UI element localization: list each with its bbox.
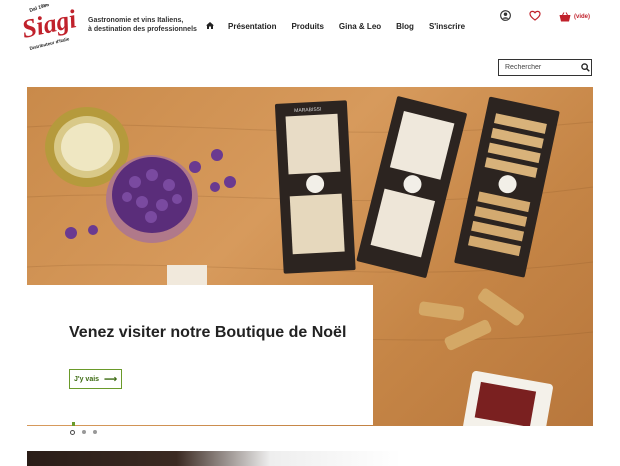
nav-produits[interactable]: Produits [291, 22, 323, 31]
pastry-box-1: MARABISSI [274, 100, 356, 274]
carousel-dot-1[interactable] [70, 430, 75, 435]
cart-status: (vide) [574, 14, 591, 20]
tagline-line-2: à destination des professionnels [88, 26, 197, 33]
nav-sinscrire[interactable]: S'inscrire [429, 22, 465, 31]
section-teaser-image [27, 451, 401, 466]
logo-graphic: Dal 1986 Siagi Distributeur d'Italie [19, 2, 79, 51]
pastry-box-2 [356, 96, 467, 278]
nav-gina-leo[interactable]: Gina & Leo [339, 22, 381, 31]
header-actions: (vide) [500, 8, 590, 26]
pastry-box-3 [454, 96, 560, 278]
hero-headline: Venez visiter notre Boutique de Noël [69, 324, 347, 341]
search-input[interactable] [499, 60, 577, 75]
loose-biscotti [418, 288, 524, 351]
carousel-dots [70, 430, 97, 435]
decorated-tin [463, 370, 553, 426]
hero-cta-button[interactable]: J'y vais ⟶ [69, 369, 122, 389]
carousel-dot-3[interactable] [93, 430, 97, 434]
violets-tin [106, 155, 198, 243]
home-icon[interactable] [206, 22, 214, 31]
cart-link[interactable]: (vide) [559, 12, 590, 22]
arrow-right-icon: ⟶ [104, 373, 117, 384]
user-icon[interactable] [500, 8, 511, 26]
site-tagline: Gastronomie et vins Italiens, à destinat… [88, 16, 198, 34]
search-box [498, 59, 592, 76]
site-logo[interactable]: Dal 1986 Siagi Distributeur d'Italie [19, 2, 84, 52]
hero-cta-label: J'y vais [74, 375, 100, 383]
heart-icon[interactable] [511, 8, 541, 26]
tagline-line-1: Gastronomie et vins Italiens, [88, 17, 184, 24]
small-package [167, 265, 207, 287]
basket-icon [559, 12, 571, 22]
nav-presentation[interactable]: Présentation [228, 22, 276, 31]
slide-progress-indicator [72, 422, 75, 426]
main-nav: Présentation Produits Gina & Leo Blog S'… [206, 22, 480, 31]
nav-blog[interactable]: Blog [396, 22, 414, 31]
carousel-dot-2[interactable] [82, 430, 86, 434]
hero-text-card [27, 285, 373, 425]
search-icon[interactable] [577, 59, 590, 77]
